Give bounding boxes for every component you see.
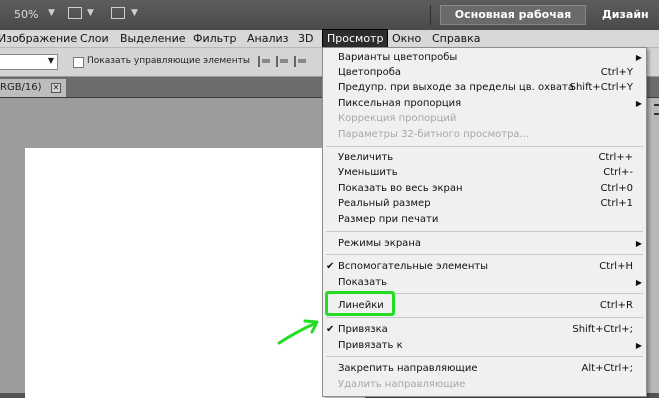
submenu-arrow-icon: ▶ bbox=[635, 278, 642, 287]
application-bar: 50% ▼ ▼ ▼ Основная рабочая среда Дизайн bbox=[0, 0, 659, 39]
checkmark-icon: ✔ bbox=[326, 324, 335, 335]
menu-item-show[interactable]: Показать ▶ bbox=[323, 275, 646, 290]
menu-item-print-size[interactable]: Размер при печати bbox=[323, 212, 646, 227]
align-bottom-icon[interactable] bbox=[294, 56, 307, 67]
checkmark-icon: ✔ bbox=[326, 261, 335, 272]
workspace-design-button[interactable]: Дизайн bbox=[602, 8, 649, 21]
menu-item-clear-guides: Удалить направляющие bbox=[338, 379, 466, 390]
menu-item-zoom-in[interactable]: Увеличить Ctrl++ bbox=[323, 150, 646, 165]
annotation-arrow-icon bbox=[277, 319, 319, 345]
panel-handle-icon[interactable] bbox=[654, 104, 659, 106]
menu-filter[interactable]: Фильтр bbox=[193, 30, 237, 47]
menu-item-zoom-out[interactable]: Уменьшить Ctrl+- bbox=[323, 165, 646, 180]
workspace-essentials-button[interactable]: Основная рабочая среда bbox=[440, 5, 586, 39]
menu-item-gamut-warning[interactable]: Предупр. при выходе за пределы цв. охват… bbox=[323, 80, 646, 95]
align-top-icon[interactable] bbox=[258, 56, 271, 67]
tool-preset-select[interactable]: ▼ bbox=[0, 54, 58, 70]
submenu-arrow-icon: ▶ bbox=[635, 99, 642, 108]
menu-separator bbox=[326, 231, 643, 232]
document-canvas[interactable] bbox=[25, 148, 365, 398]
menu-item-actual-pixels[interactable]: Реальный размер Ctrl+1 bbox=[323, 196, 646, 211]
submenu-arrow-icon: ▶ bbox=[635, 239, 642, 248]
menu-analysis[interactable]: Анализ bbox=[247, 30, 289, 47]
menu-image[interactable]: Изображение bbox=[0, 30, 77, 47]
zoom-level[interactable]: 50% bbox=[14, 8, 38, 21]
menu-3d[interactable]: 3D bbox=[298, 30, 313, 47]
menu-separator bbox=[326, 254, 643, 255]
show-controls-checkbox[interactable] bbox=[73, 57, 84, 68]
arrange-dropdown-icon[interactable]: ▼ bbox=[87, 8, 94, 18]
menu-item-fit-on-screen[interactable]: Показать во весь экран Ctrl+0 bbox=[323, 181, 646, 196]
screen-mode-dropdown-icon[interactable]: ▼ bbox=[131, 8, 138, 18]
submenu-arrow-icon: ▶ bbox=[635, 53, 642, 62]
panel-handle-icon[interactable] bbox=[654, 113, 659, 115]
view-menu-dropdown: Варианты цветопробы ▶ Цветопроба Ctrl+Y … bbox=[322, 47, 647, 397]
document-tab-title: RGB/16) bbox=[0, 82, 42, 93]
menu-item-proof-colors[interactable]: Цветопроба Ctrl+Y bbox=[323, 65, 646, 80]
document-tab[interactable]: RGB/16) ✕ bbox=[0, 79, 66, 97]
arrange-documents-icon[interactable] bbox=[68, 7, 82, 19]
menu-view[interactable]: Просмотр bbox=[321, 29, 389, 48]
submenu-arrow-icon: ▶ bbox=[635, 341, 642, 350]
screen-mode-icon[interactable] bbox=[111, 7, 125, 19]
show-controls-label: Показать управляющие элементы bbox=[87, 56, 250, 66]
zoom-dropdown-icon[interactable]: ▼ bbox=[48, 8, 55, 18]
menu-separator bbox=[326, 356, 643, 357]
menu-select[interactable]: Выделение bbox=[120, 30, 186, 47]
right-panel-strip[interactable] bbox=[645, 98, 659, 393]
menu-item-lock-guides[interactable]: Закрепить направляющие Alt+Ctrl+; bbox=[323, 361, 646, 376]
menu-item-snap-to[interactable]: Привязать к ▶ bbox=[323, 338, 646, 353]
menu-layers[interactable]: Слои bbox=[80, 30, 109, 47]
menu-bar: Изображение Слои Выделение Фильтр Анализ… bbox=[0, 29, 659, 48]
menu-item-snap[interactable]: ✔ Привязка Shift+Ctrl+; bbox=[323, 322, 646, 337]
menu-item-32bit-preview-options: Параметры 32-битного просмотра... bbox=[338, 129, 530, 140]
menu-item-screen-mode[interactable]: Режимы экрана ▶ bbox=[323, 236, 646, 251]
close-icon[interactable]: ✕ bbox=[51, 83, 61, 93]
chevron-down-icon: ▼ bbox=[47, 56, 54, 65]
align-center-icon[interactable] bbox=[276, 56, 289, 67]
menu-item-extras[interactable]: ✔ Вспомогательные элементы Ctrl+H bbox=[323, 259, 646, 274]
menu-separator bbox=[326, 317, 643, 318]
menu-item-pixel-aspect-ratio[interactable]: Пиксельная пропорция ▶ bbox=[323, 96, 646, 111]
highlight-box bbox=[325, 291, 395, 316]
menu-help[interactable]: Справка bbox=[432, 30, 480, 47]
divider bbox=[430, 5, 431, 25]
menu-item-pixel-aspect-correction: Коррекция пропорций bbox=[338, 113, 457, 124]
menu-item-proof-setup[interactable]: Варианты цветопробы ▶ bbox=[323, 50, 646, 65]
menu-separator bbox=[326, 146, 643, 147]
menu-window[interactable]: Окно bbox=[392, 30, 421, 47]
